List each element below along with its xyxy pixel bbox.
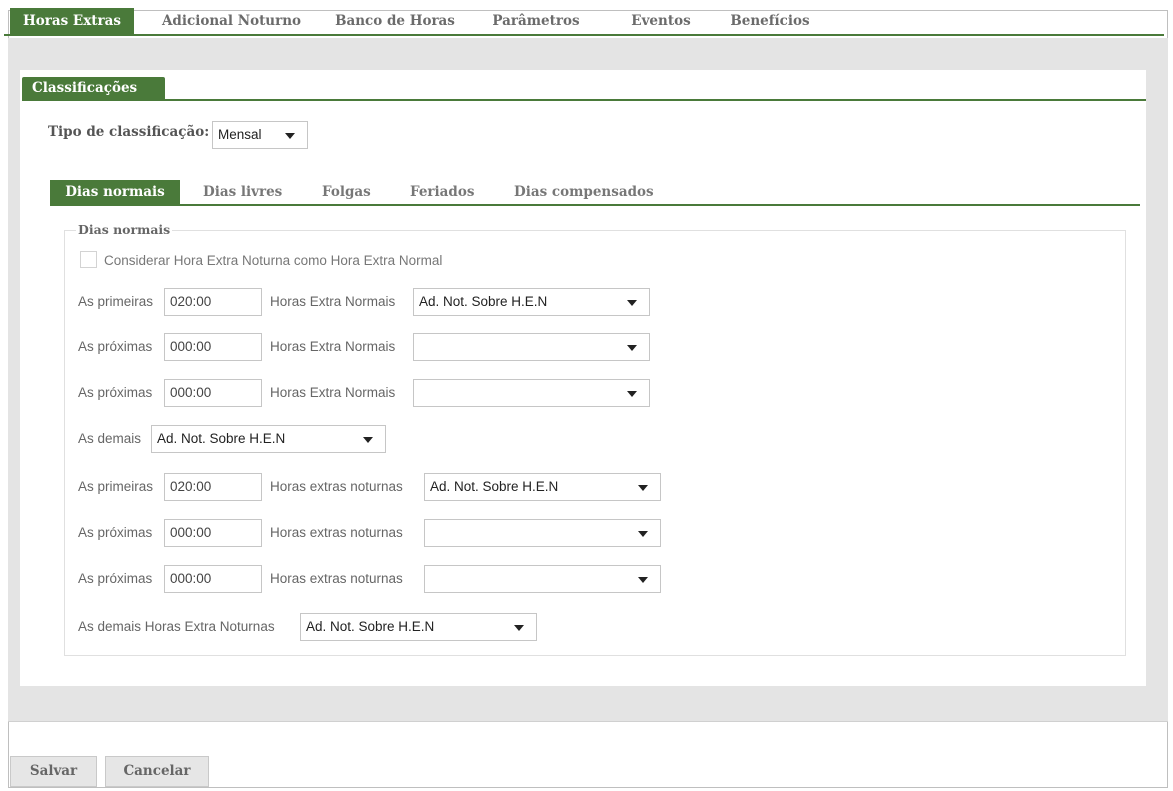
tab-dias-compensados[interactable]: Dias compensados — [514, 180, 654, 206]
tab-parametros[interactable]: Parâmetros — [481, 8, 591, 36]
chevron-down-icon — [363, 437, 373, 443]
tab-classificacoes[interactable]: Classificações — [22, 77, 165, 101]
chevron-down-icon — [285, 133, 295, 139]
classification-select[interactable]: Ad. Not. Sobre H.E.N — [413, 288, 650, 316]
time-input[interactable]: 000:00 — [164, 333, 262, 361]
row-type-label: Horas extras noturnas — [270, 571, 403, 586]
row-label: As demais Horas Extra Noturnas — [78, 619, 275, 634]
row-label: As próximas — [78, 385, 153, 400]
tab-feriados[interactable]: Feriados — [410, 180, 474, 206]
row-type-label: Horas Extra Normais — [270, 294, 396, 309]
cancel-button[interactable]: Cancelar — [105, 756, 209, 787]
chevron-down-icon — [638, 577, 648, 583]
classification-select[interactable]: Ad. Not. Sobre H.E.N — [151, 425, 386, 453]
classification-select[interactable] — [424, 565, 661, 593]
classification-value: Ad. Not. Sobre H.E.N — [430, 479, 559, 494]
row-label: As próximas — [78, 571, 153, 586]
classification-select[interactable] — [424, 519, 661, 547]
row-label: As primeiras — [78, 479, 154, 494]
row-type-label: Horas extras noturnas — [270, 525, 403, 540]
chevron-down-icon — [627, 300, 637, 306]
row-type-label: Horas extras noturnas — [270, 479, 403, 494]
considerar-hen-label: Considerar Hora Extra Noturna como Hora … — [104, 253, 443, 268]
classification-select[interactable]: Ad. Not. Sobre H.E.N — [300, 613, 537, 641]
chevron-down-icon — [514, 625, 524, 631]
divider — [8, 721, 1168, 722]
row-label: As primeiras — [78, 294, 154, 309]
row-type-label: Horas Extra Normais — [270, 339, 396, 354]
tipo-classificacao-value: Mensal — [218, 127, 262, 142]
time-input[interactable]: 020:00 — [164, 473, 262, 501]
chevron-down-icon — [627, 345, 637, 351]
chevron-down-icon — [627, 391, 637, 397]
dias-tabbar: Dias normais Dias livres Folgas Feriados… — [50, 180, 1140, 206]
tab-adicional-noturno[interactable]: Adicional Noturno — [154, 8, 309, 36]
time-input[interactable]: 000:00 — [164, 565, 262, 593]
classification-value: Ad. Not. Sobre H.E.N — [306, 619, 435, 634]
tab-dias-normais[interactable]: Dias normais — [50, 180, 180, 206]
tab-banco-de-horas[interactable]: Banco de Horas — [331, 8, 459, 36]
tab-eventos[interactable]: Eventos — [616, 8, 706, 36]
tipo-classificacao-select[interactable]: Mensal — [212, 121, 308, 149]
tipo-classificacao-label: Tipo de classificação: — [48, 124, 210, 140]
tab-horas-extras[interactable]: Horas Extras — [10, 8, 134, 36]
chevron-down-icon — [638, 485, 648, 491]
tab-beneficios[interactable]: Benefícios — [720, 8, 820, 36]
time-input[interactable]: 000:00 — [164, 519, 262, 547]
top-tabbar: Horas Extras Adicional Noturno Banco de … — [4, 8, 1164, 36]
fieldset-legend: Dias normais — [76, 222, 173, 237]
tab-folgas[interactable]: Folgas — [322, 180, 371, 206]
row-label: As próximas — [78, 525, 153, 540]
time-input[interactable]: 000:00 — [164, 379, 262, 407]
row-type-label: Horas Extra Normais — [270, 385, 396, 400]
classification-value: Ad. Not. Sobre H.E.N — [157, 431, 286, 446]
classification-select[interactable] — [413, 333, 650, 361]
considerar-hen-checkbox[interactable] — [80, 251, 97, 268]
classificacoes-tabbar: Classificações — [22, 77, 1146, 101]
row-label: As demais — [78, 431, 142, 446]
tab-dias-livres[interactable]: Dias livres — [203, 180, 282, 206]
save-button[interactable]: Salvar — [10, 756, 97, 787]
classification-select[interactable] — [413, 379, 650, 407]
row-label: As próximas — [78, 339, 153, 354]
time-input[interactable]: 020:00 — [164, 288, 262, 316]
chevron-down-icon — [638, 531, 648, 537]
classification-select[interactable]: Ad. Not. Sobre H.E.N — [424, 473, 661, 501]
classification-value: Ad. Not. Sobre H.E.N — [419, 294, 548, 309]
